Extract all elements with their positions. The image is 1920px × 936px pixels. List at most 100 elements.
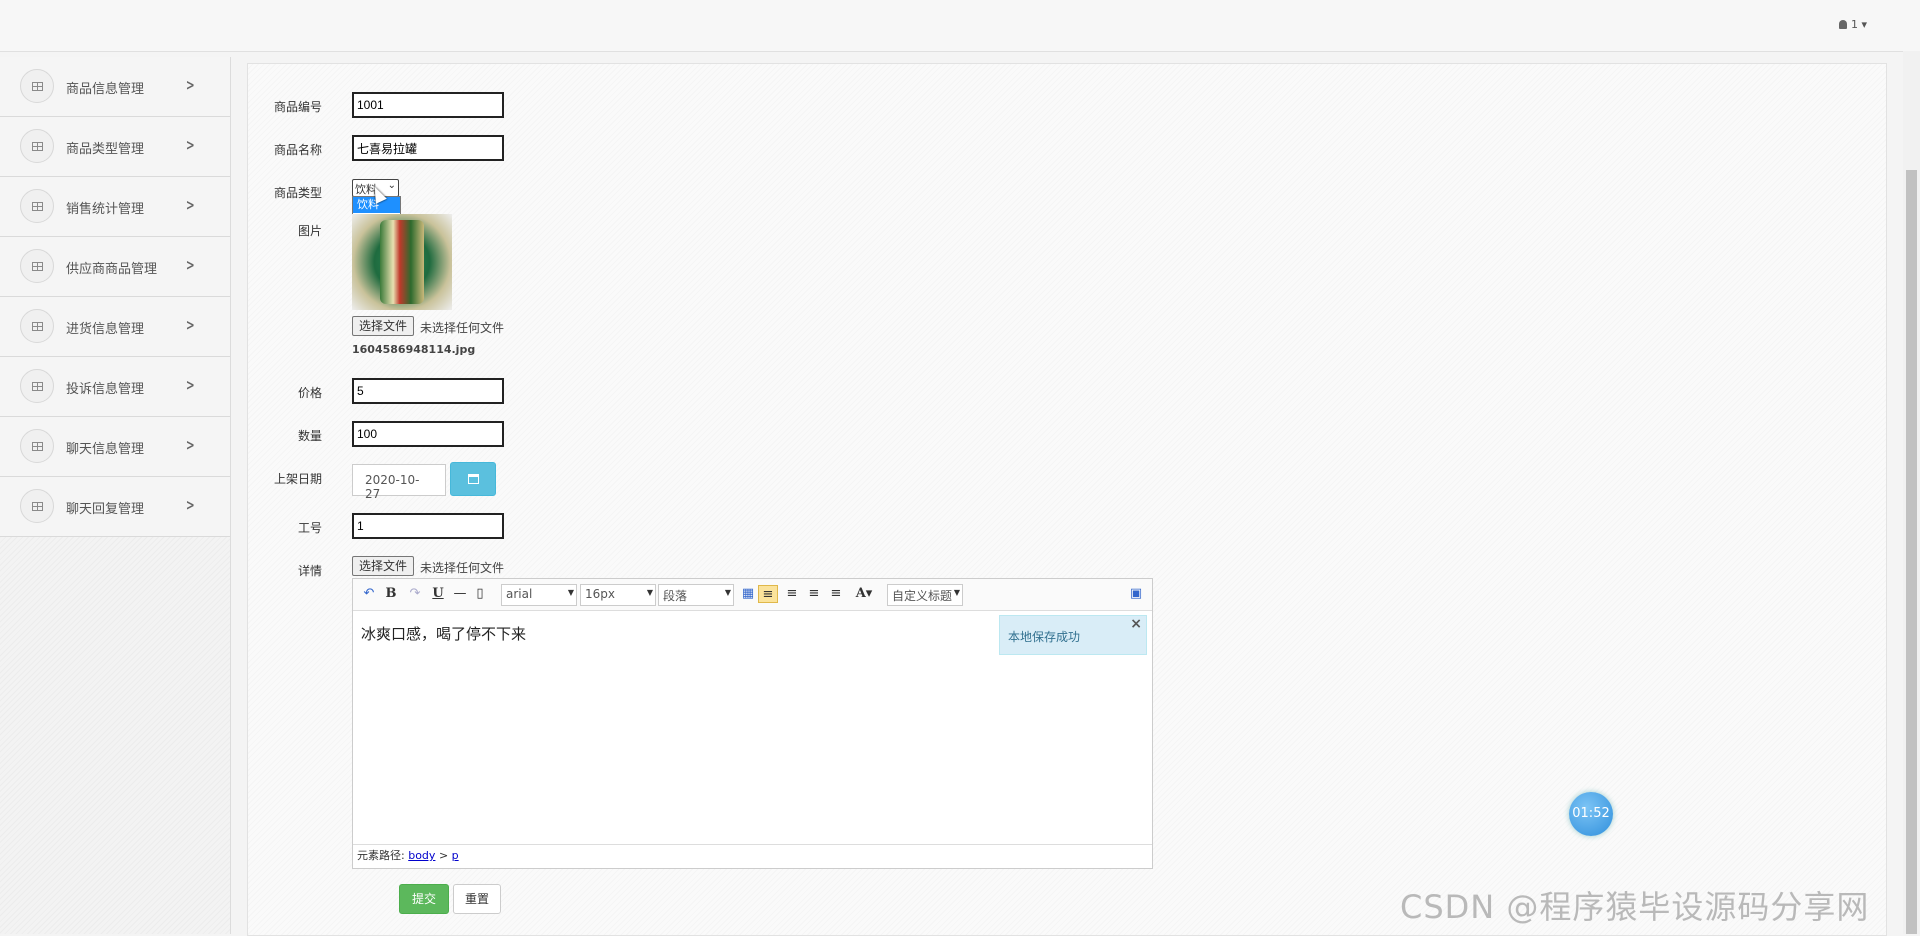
sidebar-item-product-type[interactable]: 商品类型管理 > bbox=[0, 117, 230, 177]
chevron-right-icon: > bbox=[185, 196, 195, 214]
detail-no-file-text: 未选择任何文件 bbox=[420, 561, 505, 575]
user-icon bbox=[1839, 20, 1848, 29]
qty-input[interactable] bbox=[352, 421, 504, 447]
element-path-bar: 元素路径: body > p bbox=[353, 844, 1152, 868]
table-icon bbox=[20, 309, 54, 343]
editor-toolbar: ↶ B ↷ U — ▯ arial ▼ 16px ▼ 段落 ▼ ▦ ≡ ≡ ≡ ≡ A… bbox=[353, 579, 1152, 611]
name-input[interactable] bbox=[352, 135, 504, 161]
chevron-right-icon: > bbox=[185, 496, 195, 514]
table-icon bbox=[20, 189, 54, 223]
type-label: 商品类型 bbox=[273, 186, 322, 200]
chevron-right-icon: > bbox=[185, 256, 195, 274]
sidebar-item-label: 商品类型管理 bbox=[66, 142, 145, 157]
table-icon bbox=[20, 249, 54, 283]
sidebar-item-label: 供应商商品管理 bbox=[66, 262, 158, 277]
page-scrollbar[interactable] bbox=[1903, 51, 1920, 934]
user-label: 1 bbox=[1850, 18, 1858, 31]
date-input[interactable]: 2020-10-27 bbox=[352, 464, 446, 501]
custom-title-select[interactable]: 自定义标题 ▼ bbox=[887, 584, 963, 606]
font-family-value: arial bbox=[506, 587, 533, 601]
chevron-right-icon: > bbox=[185, 436, 195, 454]
align-justify-icon[interactable]: ≡ bbox=[827, 585, 845, 603]
underline-icon[interactable]: U bbox=[430, 585, 446, 603]
close-icon[interactable]: × bbox=[1130, 616, 1142, 632]
chevron-right-icon: > bbox=[185, 316, 195, 334]
path-body-link[interactable]: body bbox=[408, 849, 435, 862]
path-prefix: 元素路径: bbox=[357, 849, 405, 862]
caret-down-icon: ▼ bbox=[953, 588, 960, 597]
image-no-file-text: 未选择任何文件 bbox=[420, 321, 505, 335]
chevron-down-icon: ⌄ bbox=[387, 180, 396, 191]
submit-button[interactable]: 提交 bbox=[399, 884, 449, 914]
emp-input[interactable] bbox=[352, 513, 504, 539]
calendar-icon bbox=[468, 474, 479, 484]
emp-label: 工号 bbox=[297, 521, 322, 535]
preview-icon[interactable]: ▣ bbox=[1127, 585, 1145, 603]
caret-down-icon: ▼ bbox=[724, 588, 731, 597]
align-right-icon[interactable]: ≡ bbox=[783, 585, 801, 603]
image-label: 图片 bbox=[297, 224, 322, 238]
sidebar-item-label: 商品信息管理 bbox=[66, 82, 145, 97]
top-bar: 1 ▾ bbox=[0, 0, 1920, 52]
sidebar-item-label: 进货信息管理 bbox=[66, 322, 145, 337]
paragraph-value: 段落 bbox=[663, 589, 688, 603]
sidebar: 商品信息管理 > 商品类型管理 > 销售统计管理 > 供应商商品管理 > 进货信息管理 >… bbox=[0, 57, 231, 934]
product-image bbox=[352, 214, 452, 310]
rich-text-editor: ↶ B ↷ U — ▯ arial ▼ 16px ▼ 段落 ▼ ▦ ≡ ≡ ≡ ≡ A… bbox=[352, 578, 1153, 869]
sidebar-item-product-info[interactable]: 商品信息管理 > bbox=[0, 57, 230, 117]
undo-icon[interactable]: ↶ bbox=[361, 585, 377, 603]
font-size-value: 16px bbox=[585, 587, 615, 601]
date-label: 上架日期 bbox=[273, 472, 322, 486]
caret-down-icon: ▼ bbox=[567, 588, 574, 597]
sidebar-item-chat-reply[interactable]: 聊天回复管理 > bbox=[0, 477, 230, 537]
timer-badge[interactable]: 01:52 bbox=[1569, 792, 1613, 836]
save-notice-text: 本地保存成功 bbox=[1008, 630, 1081, 644]
image-filename: 1604586948114.jpg bbox=[352, 343, 476, 356]
caret-down-icon: ▾ bbox=[1861, 18, 1867, 31]
watermark: CSDN @程序猿毕设源码分享网 bbox=[1400, 888, 1870, 926]
align-left-icon[interactable]: ≡ bbox=[758, 585, 778, 603]
sidebar-item-purchase-info[interactable]: 进货信息管理 > bbox=[0, 297, 230, 357]
sidebar-item-sales-stats[interactable]: 销售统计管理 > bbox=[0, 177, 230, 237]
save-notice: 本地保存成功 × bbox=[999, 615, 1147, 655]
sidebar-item-complaint-info[interactable]: 投诉信息管理 > bbox=[0, 357, 230, 417]
sidebar-item-label: 销售统计管理 bbox=[66, 202, 145, 217]
sidebar-item-supplier-products[interactable]: 供应商商品管理 > bbox=[0, 237, 230, 297]
horizontal-rule-icon[interactable]: — bbox=[451, 585, 469, 603]
table-icon bbox=[20, 129, 54, 163]
table-insert-icon[interactable]: ▦ bbox=[739, 585, 757, 603]
calendar-button[interactable] bbox=[450, 462, 496, 496]
font-family-select[interactable]: arial ▼ bbox=[501, 584, 577, 606]
price-input[interactable] bbox=[352, 378, 504, 404]
sidebar-item-chat-info[interactable]: 聊天信息管理 > bbox=[0, 417, 230, 477]
align-center-icon[interactable]: ≡ bbox=[805, 585, 823, 603]
chevron-right-icon: > bbox=[185, 376, 195, 394]
reset-button[interactable]: 重置 bbox=[453, 884, 501, 914]
sidebar-item-label: 聊天信息管理 bbox=[66, 442, 145, 457]
font-size-select[interactable]: 16px ▼ bbox=[580, 584, 656, 606]
sidebar-item-label: 投诉信息管理 bbox=[66, 382, 145, 397]
path-separator: > bbox=[438, 849, 449, 862]
paragraph-select[interactable]: 段落 ▼ bbox=[658, 584, 734, 606]
custom-title-value: 自定义标题 bbox=[892, 589, 953, 603]
code-label: 商品编号 bbox=[273, 100, 322, 114]
redo-icon[interactable]: ↷ bbox=[407, 585, 423, 603]
editor-content[interactable]: 冰爽口感，喝了停不下来 bbox=[361, 623, 526, 644]
detail-choose-file-button[interactable]: 选择文件 bbox=[352, 556, 415, 576]
bold-icon[interactable]: B bbox=[383, 585, 399, 603]
qty-label: 数量 bbox=[297, 429, 322, 443]
path-p-link[interactable]: p bbox=[452, 849, 459, 862]
font-color-icon[interactable]: A▾ bbox=[851, 585, 877, 603]
page-icon[interactable]: ▯ bbox=[473, 585, 487, 603]
price-label: 价格 bbox=[297, 386, 322, 400]
chevron-right-icon: > bbox=[185, 76, 195, 94]
table-icon bbox=[20, 369, 54, 403]
chevron-right-icon: > bbox=[185, 136, 195, 154]
code-input[interactable] bbox=[352, 92, 504, 118]
sidebar-item-label: 聊天回复管理 bbox=[66, 502, 145, 517]
image-choose-file-button[interactable]: 选择文件 bbox=[352, 316, 415, 336]
scrollbar-thumb[interactable] bbox=[1906, 170, 1917, 934]
detail-label: 详情 bbox=[297, 564, 322, 578]
table-icon bbox=[20, 429, 54, 463]
user-menu[interactable]: 1 ▾ bbox=[1839, 18, 1867, 31]
